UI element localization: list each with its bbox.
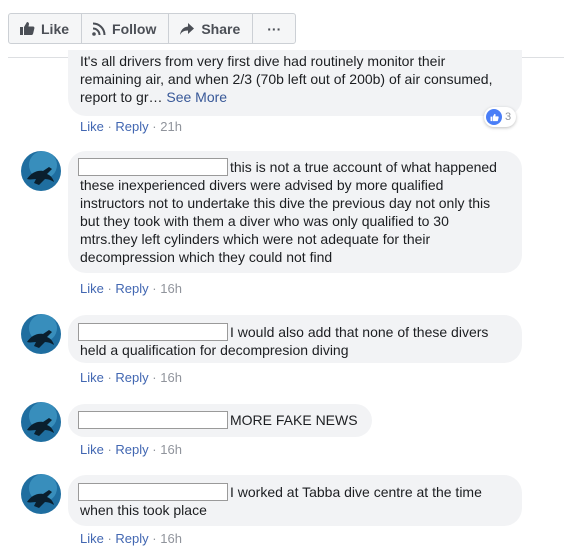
comment-time[interactable]: 21h [160, 119, 182, 134]
scuba-diver-avatar-image [21, 151, 61, 191]
post-action-bar: Like Follow Share ··· [8, 13, 297, 46]
comment-meta: Like · Reply · 16h [80, 442, 182, 457]
follow-button[interactable]: Follow [81, 13, 170, 44]
comment-like-link[interactable]: Like [80, 531, 104, 546]
scuba-diver-avatar-image [21, 474, 61, 514]
follow-button-label: Follow [112, 20, 157, 37]
avatar[interactable] [21, 151, 61, 191]
comment-reply-link[interactable]: Reply [115, 119, 148, 134]
comment-reply-link[interactable]: Reply [115, 370, 148, 385]
comment-text: It's all drivers from very first dive ha… [80, 53, 493, 105]
comment-reply-link[interactable]: Reply [115, 281, 148, 296]
comment-time[interactable]: 16h [160, 442, 182, 457]
comment-like-link[interactable]: Like [80, 119, 104, 134]
comment-bubble: this is not a true account of what happe… [68, 151, 522, 273]
comment-bubble: It's all drivers from very first dive ha… [68, 50, 522, 116]
comment-like-link[interactable]: Like [80, 370, 104, 385]
reaction-count-badge[interactable]: 3 [484, 107, 517, 127]
avatar[interactable] [21, 402, 61, 442]
comment-reply-link[interactable]: Reply [115, 531, 148, 546]
comment-reply-link[interactable]: Reply [115, 442, 148, 457]
comment-text: MORE FAKE NEWS [230, 412, 358, 428]
more-options-label: ··· [267, 20, 282, 37]
comment-like-link[interactable]: Like [80, 442, 104, 457]
redacted-author-name[interactable] [78, 483, 228, 501]
comment-time[interactable]: 16h [160, 531, 182, 546]
more-options-button[interactable]: ··· [252, 13, 297, 44]
see-more-link[interactable]: See More [166, 89, 227, 105]
avatar[interactable] [21, 474, 61, 514]
comment-bubble: MORE FAKE NEWS [68, 404, 372, 437]
like-button-label: Like [41, 20, 70, 37]
scuba-diver-avatar-image [21, 402, 61, 442]
share-button[interactable]: Share [168, 13, 254, 44]
share-arrow-icon [180, 22, 195, 35]
redacted-author-name[interactable] [78, 411, 228, 429]
comment-meta: Like · Reply · 16h [80, 281, 182, 296]
comment-bubble: I worked at Tabba dive centre at the tim… [68, 475, 522, 526]
reaction-count: 3 [505, 111, 512, 123]
like-button[interactable]: Like [8, 13, 83, 44]
redacted-author-name[interactable] [78, 323, 228, 341]
comment-bubble: I would also add that none of these dive… [68, 315, 522, 363]
redacted-author-name[interactable] [78, 158, 228, 176]
rss-icon [92, 22, 106, 36]
comment-like-link[interactable]: Like [80, 281, 104, 296]
share-button-label: Share [201, 20, 241, 37]
comment-text-wrapper: It's all drivers from very first dive ha… [80, 52, 510, 106]
like-reaction-icon [486, 109, 502, 125]
avatar[interactable] [21, 314, 61, 354]
thumbs-up-icon [20, 22, 35, 35]
scuba-diver-avatar-image [21, 314, 61, 354]
comment-time[interactable]: 16h [160, 281, 182, 296]
comment-meta: Like · Reply · 21h [80, 119, 182, 134]
comment-meta: Like · Reply · 16h [80, 370, 182, 385]
comment-meta: Like · Reply · 16h [80, 531, 182, 546]
comment-time[interactable]: 16h [160, 370, 182, 385]
